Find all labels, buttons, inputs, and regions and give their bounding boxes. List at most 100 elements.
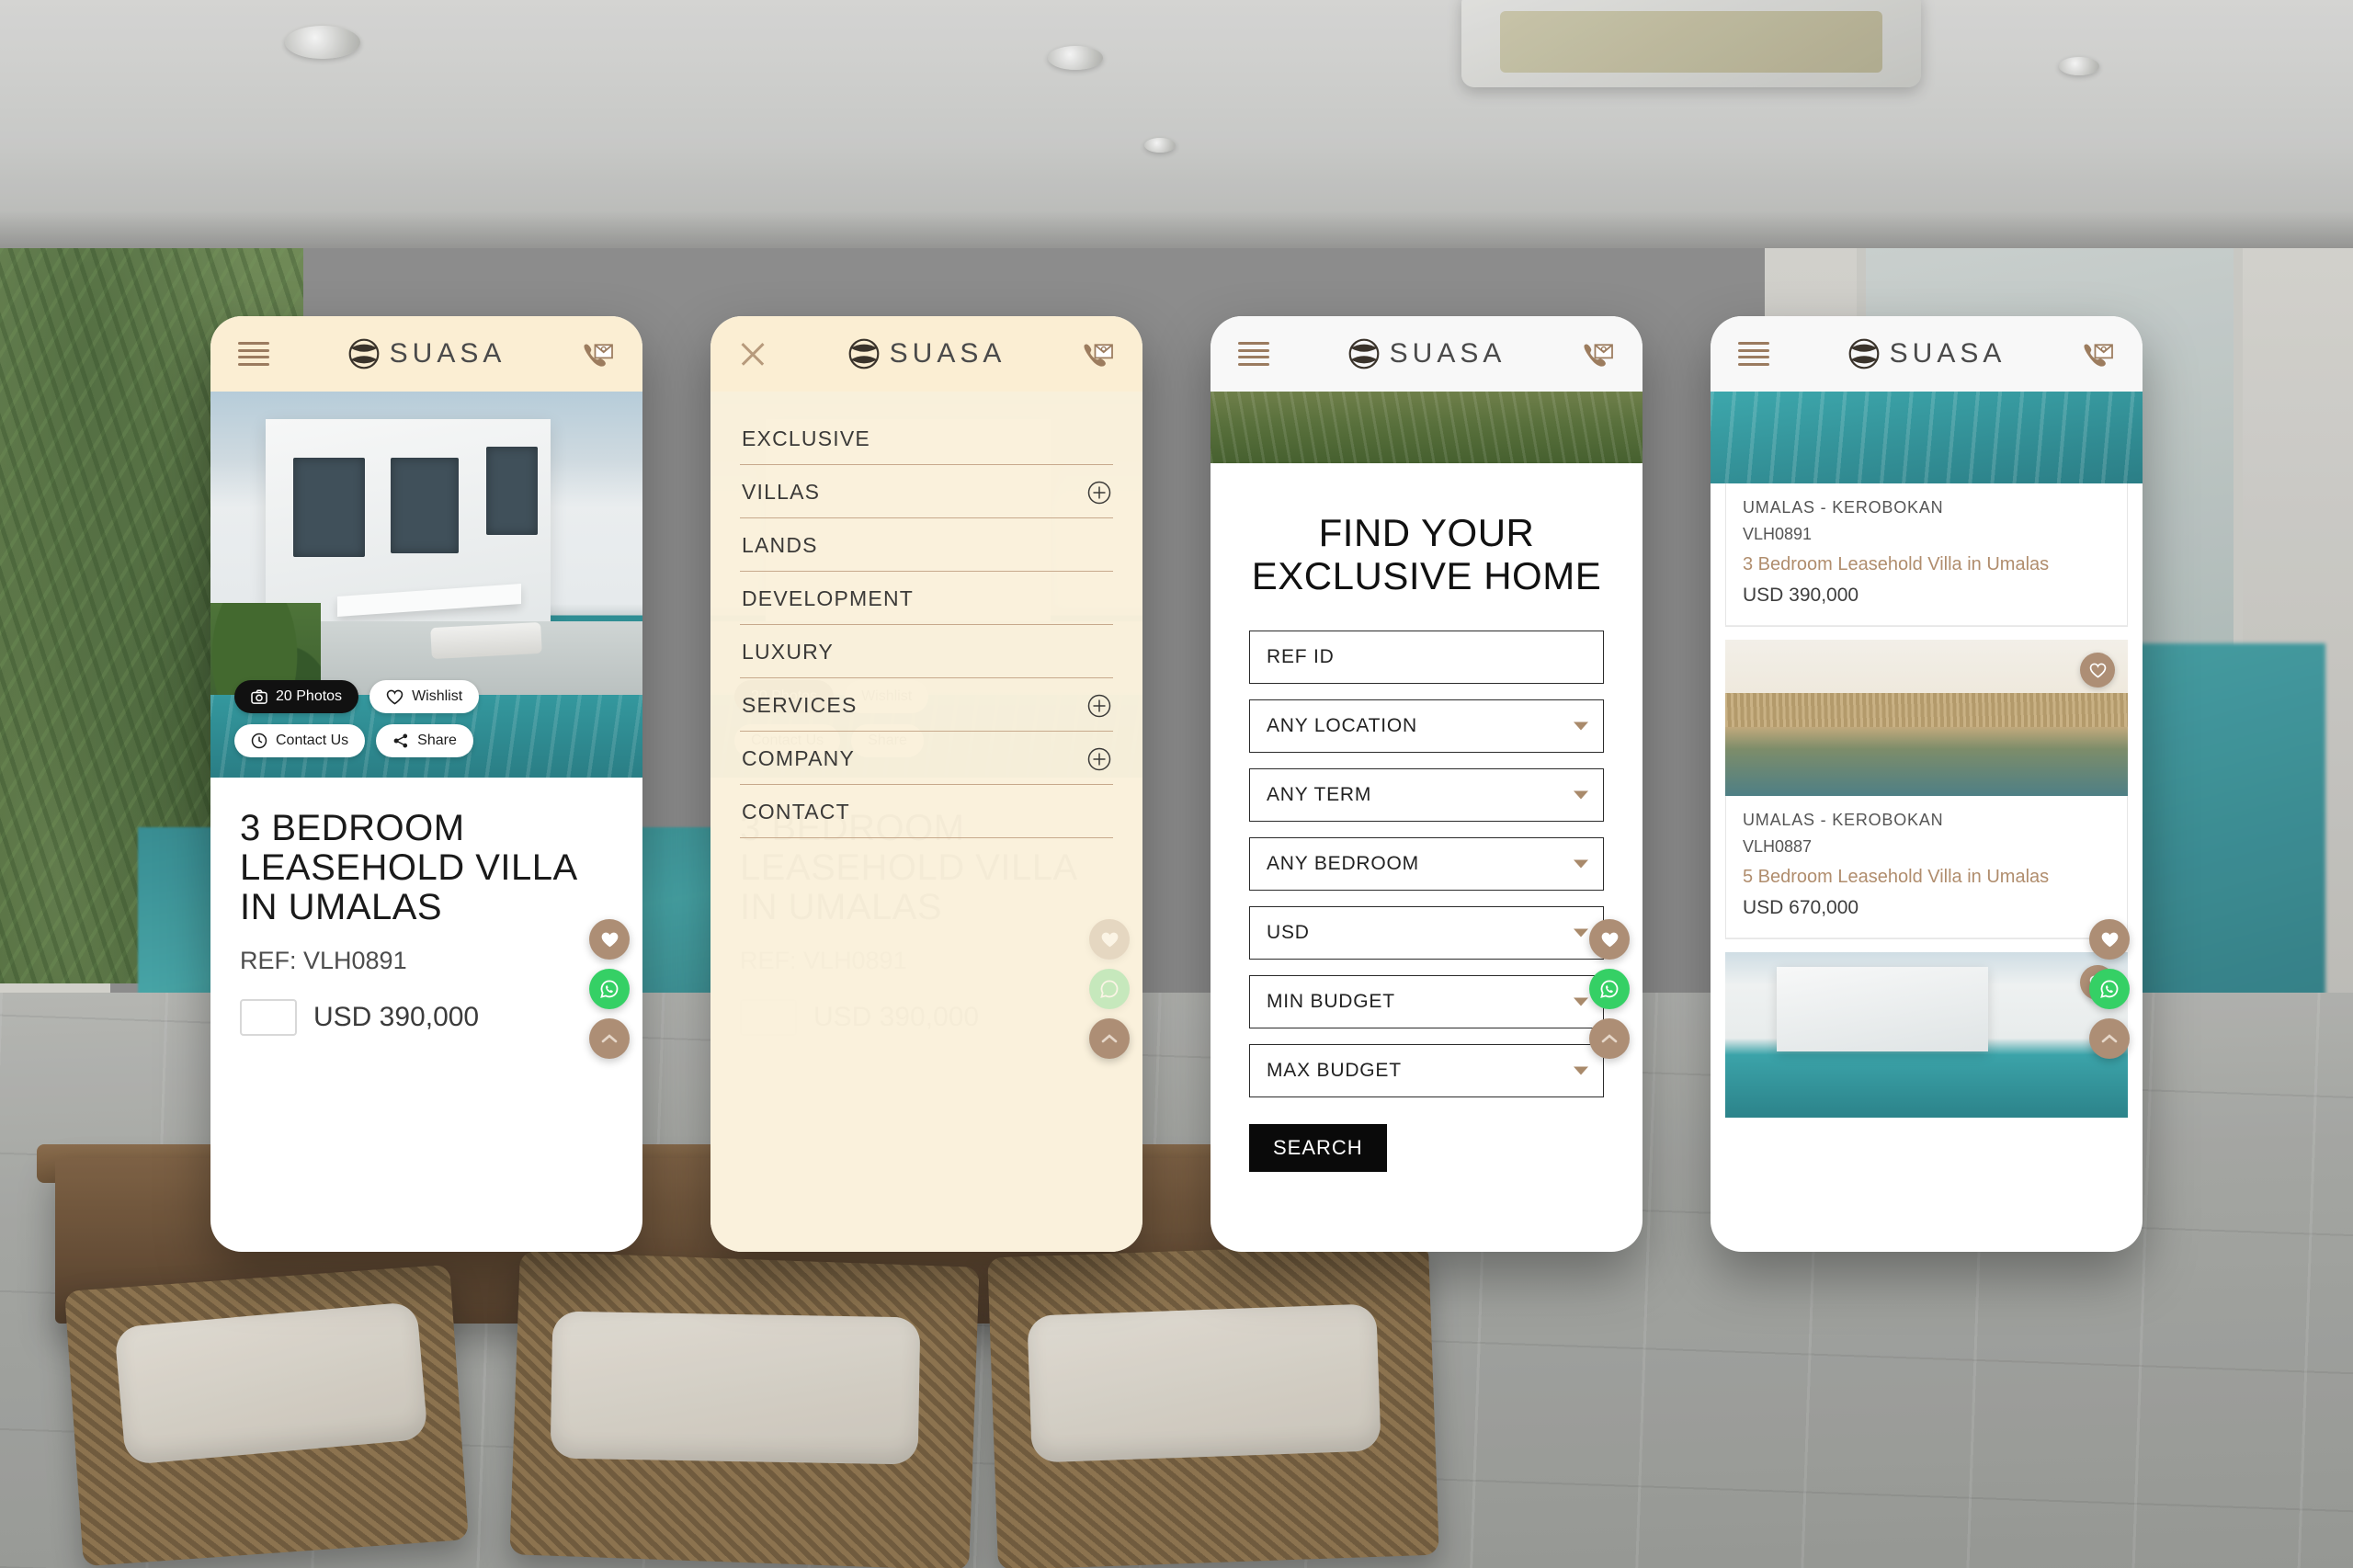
hamburger-menu-icon[interactable] xyxy=(1238,342,1269,366)
whatsapp-icon xyxy=(1600,980,1619,998)
whatsapp-fab[interactable] xyxy=(589,969,630,1009)
contact-us-button-label: Contact Us xyxy=(276,733,349,748)
hero-villa-window xyxy=(391,458,459,553)
scroll-to-top-fab[interactable] xyxy=(589,1018,630,1059)
chevron-up-icon xyxy=(1101,1034,1118,1043)
menu-item-exclusive[interactable]: EXCLUSIVE xyxy=(740,412,1113,465)
bedroom-select[interactable]: ANY BEDROOM xyxy=(1249,837,1604,892)
phone-panel-search-form: SUASA FIND YOUR EXCLUSIVE HOME REF ID AN… xyxy=(1211,316,1643,1252)
property-title: 3 BEDROOM LEASEHOLD VILLA IN UMALAS xyxy=(240,808,576,927)
clock-icon xyxy=(251,733,267,749)
hamburger-menu-icon[interactable] xyxy=(238,342,269,366)
whatsapp-fab[interactable] xyxy=(1089,969,1130,1009)
heart-icon xyxy=(1101,932,1118,947)
min-budget-select[interactable]: MIN BUDGET xyxy=(1249,975,1604,1029)
heart-icon xyxy=(1601,932,1618,947)
photos-button[interactable]: 20 Photos xyxy=(234,680,359,713)
chevron-down-icon xyxy=(1574,859,1588,869)
listing-card xyxy=(1711,952,2143,1118)
wishlist-fab[interactable] xyxy=(2089,919,2130,960)
currency-selector[interactable] xyxy=(240,999,297,1037)
menu-item-services[interactable]: SERVICES xyxy=(740,678,1113,732)
search-button[interactable]: SEARCH xyxy=(1249,1124,1387,1173)
term-select[interactable]: ANY TERM xyxy=(1249,768,1604,823)
scroll-to-top-fab[interactable] xyxy=(1089,1018,1130,1059)
menu-item-contact[interactable]: CONTACT xyxy=(740,785,1113,838)
close-x-icon[interactable] xyxy=(738,339,767,369)
listing-item[interactable]: UMALAS - KEROBOKAN VLH0891 3 Bedroom Lea… xyxy=(1711,392,2143,627)
wishlist-fab[interactable] xyxy=(589,919,630,960)
bedroom-label: ANY BEDROOM xyxy=(1267,853,1419,875)
listing-image xyxy=(1725,640,2128,796)
property-price: USD 390,000 xyxy=(313,1002,480,1033)
listing-item[interactable] xyxy=(1711,952,2143,1118)
menu-item-luxury[interactable]: LUXURY xyxy=(740,625,1113,678)
wishlist-button-label: Wishlist xyxy=(412,688,463,704)
share-button[interactable]: Share xyxy=(376,724,473,757)
chevron-down-icon xyxy=(1574,790,1588,800)
scroll-to-top-fab[interactable] xyxy=(2089,1018,2130,1059)
phone-envelope-icon[interactable] xyxy=(1582,340,1615,368)
menu-item-development[interactable]: DEVELOPMENT xyxy=(740,572,1113,625)
menu-item-label: COMPANY xyxy=(742,746,855,770)
listing-ref: VLH0891 xyxy=(1743,525,1813,543)
phone-envelope-icon[interactable] xyxy=(2082,340,2115,368)
plus-circle-icon[interactable] xyxy=(1087,481,1111,505)
property-hero-image: 20 Photos Wishlist Contact Us Share xyxy=(210,392,642,778)
menu-item-label: EXCLUSIVE xyxy=(742,426,870,450)
chevron-down-icon xyxy=(1574,928,1588,937)
wishlist-fab[interactable] xyxy=(1089,919,1130,960)
plus-circle-icon[interactable] xyxy=(1087,747,1111,771)
share-icon xyxy=(393,733,408,748)
hero-villa-window xyxy=(293,458,365,557)
menu-list: EXCLUSIVE VILLAS LANDS DEVELOPMENT LUXUR xyxy=(740,412,1113,838)
menu-item-label: DEVELOPMENT xyxy=(742,586,915,610)
listing-image xyxy=(1711,392,2143,483)
listing-name[interactable]: 5 Bedroom Leasehold Villa in Umalas xyxy=(1743,867,2110,888)
location-select[interactable]: ANY LOCATION xyxy=(1249,699,1604,754)
hamburger-menu-icon[interactable] xyxy=(1738,342,1769,366)
menu-item-lands[interactable]: LANDS xyxy=(740,518,1113,572)
menu-item-villas[interactable]: VILLAS xyxy=(740,465,1113,518)
search-form-title: FIND YOUR EXCLUSIVE HOME xyxy=(1251,511,1602,598)
hero-villa-awning xyxy=(337,584,521,617)
listing-wishlist-button[interactable] xyxy=(2080,653,2115,687)
heart-icon xyxy=(2089,663,2106,678)
hero-action-buttons: 20 Photos Wishlist Contact Us Share xyxy=(234,680,510,757)
whatsapp-fab[interactable] xyxy=(2089,969,2130,1009)
camera-icon xyxy=(251,689,267,704)
ref-id-input[interactable]: REF ID xyxy=(1249,631,1604,685)
currency-label: USD xyxy=(1267,922,1310,944)
listing-location: UMALAS - KEROBOKAN xyxy=(1743,811,1944,829)
chevron-up-icon xyxy=(601,1034,618,1043)
currency-select[interactable]: USD xyxy=(1249,906,1604,960)
max-budget-select[interactable]: MAX BUDGET xyxy=(1249,1044,1604,1098)
chevron-down-icon xyxy=(1574,722,1588,731)
listing-body: UMALAS - KEROBOKAN VLH0891 3 Bedroom Lea… xyxy=(1726,483,2127,626)
wishlist-fab[interactable] xyxy=(1589,919,1630,960)
photos-button-label: 20 Photos xyxy=(276,688,343,704)
contact-us-button[interactable]: Contact Us xyxy=(234,724,366,757)
menu-item-company[interactable]: COMPANY xyxy=(740,732,1113,785)
menu-item-label: SERVICES xyxy=(742,693,858,717)
phone-envelope-icon[interactable] xyxy=(1082,340,1115,368)
phone-envelope-icon[interactable] xyxy=(582,340,615,368)
whatsapp-fab[interactable] xyxy=(1589,969,1630,1009)
app-header: SUASA xyxy=(710,316,1142,392)
suasa-sphere-logo xyxy=(848,338,880,369)
suasa-sphere-logo xyxy=(348,338,380,369)
listing-item[interactable]: UMALAS - KEROBOKAN VLH0887 5 Bedroom Lea… xyxy=(1711,640,2143,939)
scroll-to-top-fab[interactable] xyxy=(1589,1018,1630,1059)
location-label: ANY LOCATION xyxy=(1267,715,1418,737)
floating-action-buttons xyxy=(1589,919,1630,1059)
app-header: SUASA xyxy=(1711,316,2143,392)
menu-item-label: CONTACT xyxy=(742,800,850,824)
listing-price: USD 390,000 xyxy=(1743,585,1859,606)
wishlist-button[interactable]: Wishlist xyxy=(369,680,480,713)
listing-name[interactable]: 3 Bedroom Leasehold Villa in Umalas xyxy=(1743,554,2110,575)
heart-icon xyxy=(386,689,404,705)
plus-circle-icon[interactable] xyxy=(1087,694,1111,718)
chevron-down-icon xyxy=(1574,997,1588,1006)
brand-name: SUASA xyxy=(1889,338,2006,369)
floating-action-buttons xyxy=(1089,919,1130,1059)
